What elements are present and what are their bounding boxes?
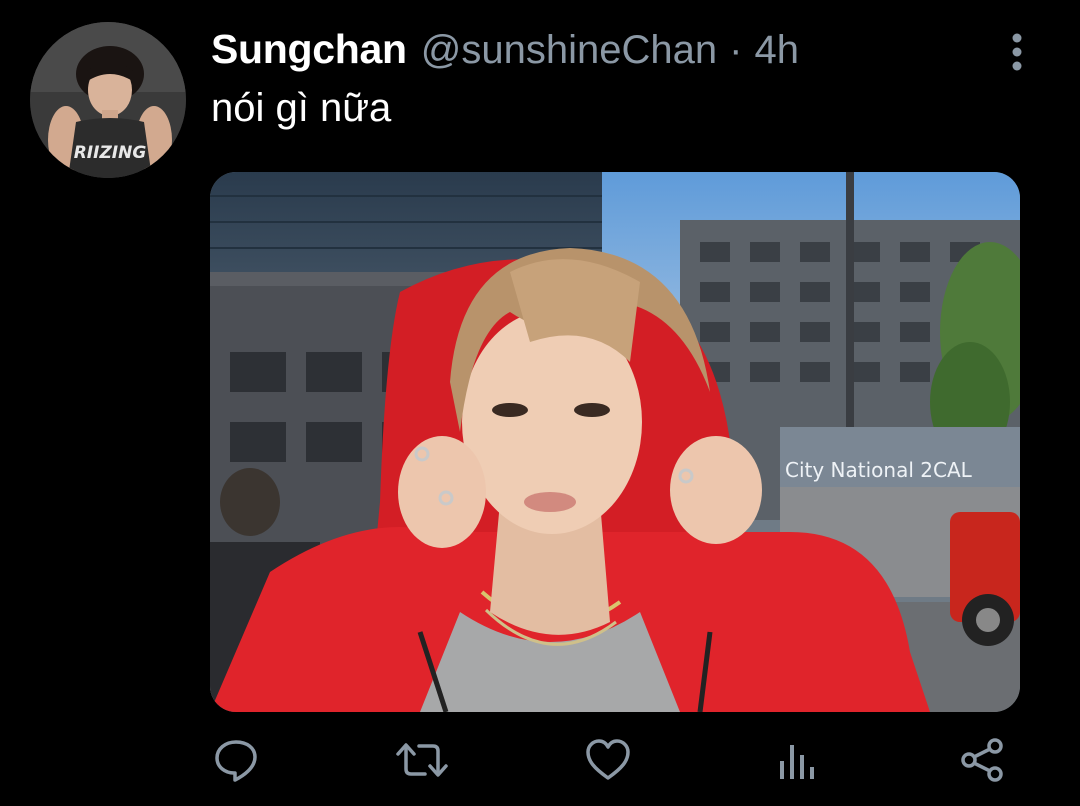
share-button[interactable] xyxy=(952,730,1012,790)
shirt-print: RIIZING xyxy=(74,143,147,163)
tweet-photo: City National 2CAL xyxy=(210,172,1020,712)
separator-dot: · xyxy=(729,28,743,72)
views-icon xyxy=(780,745,814,779)
tweet-header: Sungchan @sunshineChan · 4h xyxy=(211,26,799,76)
more-vertical-icon xyxy=(1012,33,1022,71)
tweet-timestamp[interactable]: 4h xyxy=(754,28,799,73)
retweet-button[interactable] xyxy=(392,730,452,790)
tweet-text: nói gì nữa xyxy=(211,86,392,130)
retweet-icon xyxy=(396,743,448,777)
building-sign: City National 2CAL xyxy=(785,458,973,482)
views-button[interactable] xyxy=(766,730,826,790)
reply-icon xyxy=(215,740,257,782)
reply-button[interactable] xyxy=(206,730,266,790)
avatar[interactable]: RIIZING xyxy=(30,22,186,178)
tweet[interactable]: RIIZING Sungchan @sunshineChan · 4h nói … xyxy=(0,0,1080,806)
like-button[interactable] xyxy=(578,730,638,790)
more-options-button[interactable] xyxy=(1000,30,1034,74)
share-icon xyxy=(961,738,1003,782)
user-handle[interactable]: @sunshineChan xyxy=(421,28,717,73)
display-name[interactable]: Sungchan xyxy=(211,26,407,73)
tweet-media[interactable]: City National 2CAL xyxy=(210,172,1020,712)
tweet-actions xyxy=(0,730,1080,794)
avatar-image: RIIZING xyxy=(30,22,186,178)
heart-icon xyxy=(586,739,630,780)
